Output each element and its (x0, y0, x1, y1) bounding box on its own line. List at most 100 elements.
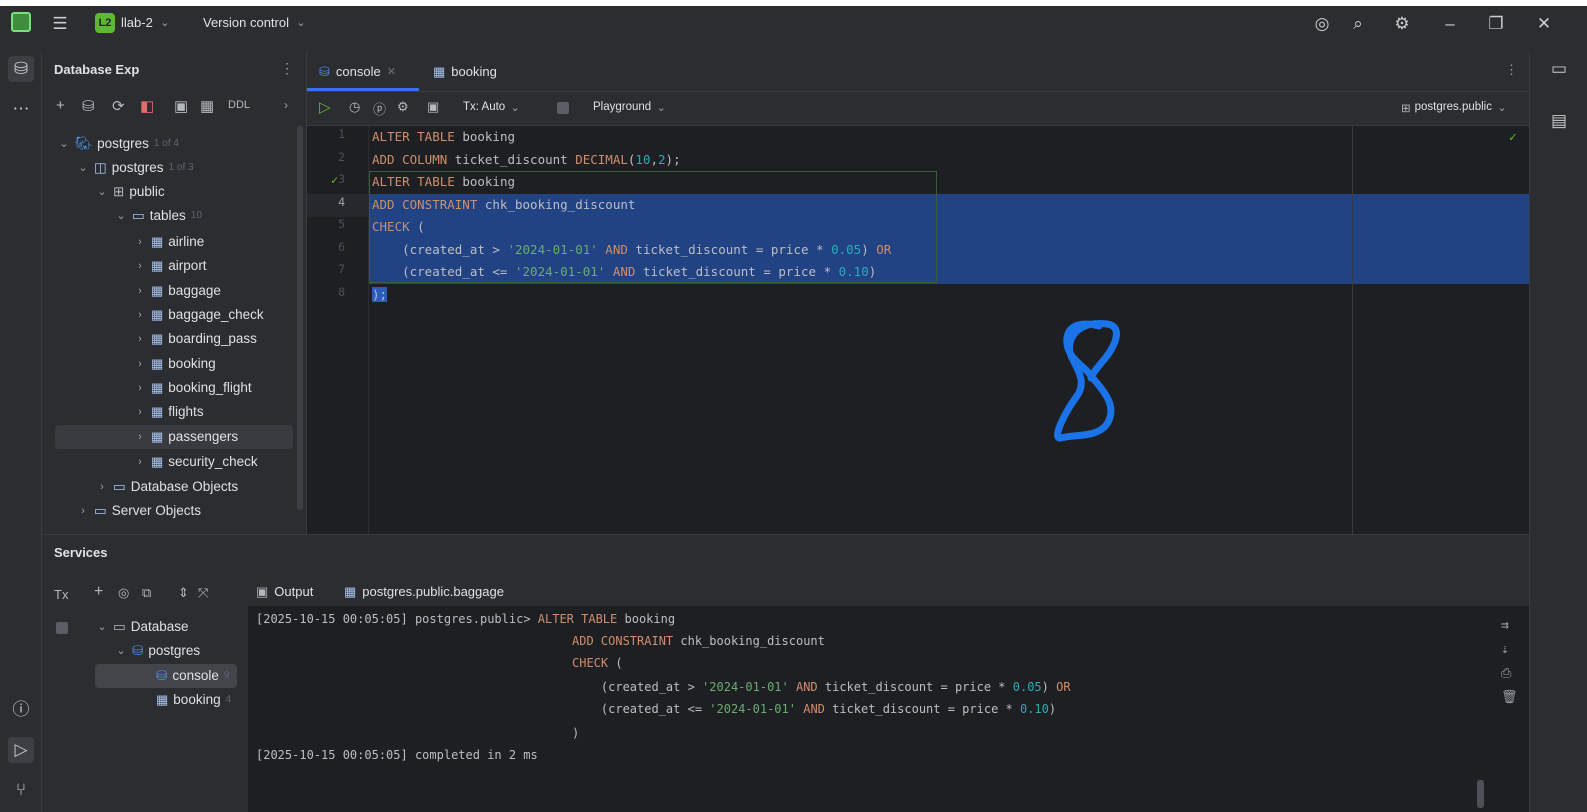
chevron-down-icon: ⌄ (97, 621, 107, 633)
project-selector[interactable]: L2 llab-2 ⌄ (95, 10, 171, 36)
ddl-button[interactable]: DDL (228, 99, 250, 111)
tree-label: security_check (168, 454, 258, 469)
code-line-6: (created_at > '2024-01-01' AND ticket_di… (372, 241, 892, 257)
expand-toolbar-icon[interactable]: › (284, 98, 288, 112)
services-node-postgres[interactable]: ⌄ ⛁ postgres (115, 640, 200, 662)
sql-editor[interactable]: ✓ 1 2 3 ✓ 4 5 6 7 8 ALTER TABLE booking … (307, 126, 1529, 534)
tab-output[interactable]: ▣ Output (256, 580, 313, 604)
services-node-database[interactable]: ⌄ ▭ Database (96, 616, 188, 638)
close-window-icon[interactable]: ✕ (1532, 12, 1556, 36)
panel-options-icon[interactable]: ⋮ (280, 60, 294, 77)
editor-toolbar: ▷ ◷ ⓟ ⚙ ▣ Tx: Auto ⌄ Playground ⌄ ⊞ post… (307, 92, 1529, 126)
output-scrollbar[interactable] (1477, 780, 1484, 808)
tree-label: boarding_pass (168, 331, 257, 346)
handwritten-annotation (1054, 320, 1120, 442)
tree-count: 1 of 3 (168, 162, 194, 173)
transaction-mode-dropdown[interactable]: Tx: Auto ⌄ (463, 101, 521, 114)
add-icon[interactable]: + (56, 97, 65, 114)
version-control-menu[interactable]: Version control ⌄ (203, 10, 307, 36)
scroll-to-end-icon[interactable]: ⇣ (1501, 642, 1509, 657)
line-number: 6 (338, 240, 345, 254)
new-tab-icon[interactable]: ⧉ (142, 585, 151, 601)
editor-options-icon[interactable]: ⋮ (1505, 62, 1518, 78)
tree-scrollbar[interactable] (297, 126, 303, 510)
add-service-icon[interactable]: + (94, 583, 103, 601)
execute-icon[interactable]: ▷ (319, 98, 331, 116)
title-bar: ☰ L2 llab-2 ⌄ Version control ⌄ ◎ ⌕ ⚙ – … (0, 0, 1587, 52)
ai-assistant-icon[interactable]: ◎ (1310, 12, 1334, 36)
services-node-booking[interactable]: ▦ booking 4 (156, 689, 231, 711)
tree-node-table-boarding-pass[interactable]: › ▦ boarding_pass (134, 328, 257, 350)
refresh-icon[interactable]: ⟳ (112, 97, 125, 115)
tree-node-root-postgres[interactable]: ⌄ 🐘︎ postgres 1 of 4 (58, 133, 179, 155)
folder-icon: ▭ (132, 208, 145, 223)
expand-all-icon[interactable]: ⇕ (178, 585, 189, 601)
problems-icon[interactable]: ⓘ (8, 697, 34, 723)
database-tool-icon[interactable]: ⛁ (8, 56, 34, 82)
tree-node-tables-folder[interactable]: ⌄ ▭ tables 10 (115, 205, 202, 227)
log-timestamp: [2025-10-15 00:05:05] (256, 612, 408, 626)
tree-node-database-objects[interactable]: › ▭ Database Objects (96, 476, 238, 498)
table-view-icon[interactable]: ▦ (200, 97, 214, 115)
history-icon[interactable]: ◷ (349, 99, 360, 115)
clear-all-icon[interactable]: 🗑︎ (1501, 690, 1518, 705)
tx-mode-label: Tx: Auto (463, 101, 506, 113)
print-icon[interactable]: ⎙ (1501, 666, 1511, 681)
stop-service-icon[interactable] (56, 622, 68, 634)
more-tools-icon[interactable]: ⋯ (8, 96, 34, 122)
tree-node-table-airline[interactable]: › ▦ airline (134, 231, 204, 253)
git-branch-icon[interactable]: ⑂ (8, 777, 34, 803)
console-output[interactable]: [2025-10-15 00:05:05] postgres.public> A… (248, 606, 1529, 812)
tree-node-table-airport[interactable]: › ▦ airport (134, 255, 206, 277)
services-tool-icon[interactable]: ▷ (8, 737, 34, 763)
tree-node-table-baggage[interactable]: › ▦ baggage (134, 280, 221, 302)
services-title: Services (54, 545, 108, 560)
chevron-right-icon: › (100, 481, 104, 493)
datasource-properties-icon[interactable]: ⛁ (82, 97, 95, 115)
disconnect-icon[interactable]: ◧ (140, 97, 154, 115)
tab-booking[interactable]: ▦ booking (433, 60, 497, 84)
schema-selector[interactable]: ⊞ postgres.public ⌄ (1401, 101, 1508, 115)
structure-icon[interactable]: ▤ (1546, 108, 1572, 134)
tree-node-db-postgres[interactable]: ⌄ ◫ postgres 1 of 3 (77, 157, 194, 179)
jump-to-console-icon[interactable]: ▣ (174, 97, 188, 115)
explain-plan-icon[interactable]: ⓟ (373, 99, 386, 118)
tree-label: baggage (168, 283, 221, 298)
services-node-console[interactable]: ⛁ console 9 (156, 665, 229, 687)
postgres-console-icon: ⛁ (319, 64, 330, 79)
view-options-icon[interactable]: ◎ (118, 585, 129, 601)
main-menu-icon[interactable]: ☰ (48, 12, 72, 36)
line-number: 5 (338, 217, 345, 231)
tree-node-server-objects[interactable]: › ▭ Server Objects (77, 500, 201, 522)
line-number: 3 (338, 172, 345, 186)
close-tab-icon[interactable]: ✕ (387, 60, 396, 84)
stop-icon[interactable] (557, 102, 569, 114)
project-folder-icon[interactable]: ▭ (1546, 56, 1572, 82)
tree-label: baggage_check (168, 307, 264, 322)
tree-node-table-security-check[interactable]: › ▦ security_check (134, 451, 258, 473)
tree-node-table-baggage-check[interactable]: › ▦ baggage_check (134, 304, 264, 326)
statement-success-check-icon: ✓ (331, 173, 339, 187)
minimize-icon[interactable]: – (1438, 12, 1462, 36)
table-icon: ▦ (151, 234, 164, 249)
soft-wrap-icon[interactable]: ⇉ (1501, 618, 1509, 633)
tree-node-table-booking[interactable]: › ▦ booking (134, 353, 215, 375)
settings-gear-icon[interactable]: ⚙ (1390, 12, 1414, 36)
log-line-4: (created_at > '2024-01-01' AND ticket_di… (572, 680, 1071, 694)
tx-label[interactable]: Tx (54, 587, 68, 602)
tab-console[interactable]: ⛁ console ✕ (319, 60, 396, 84)
settings-icon[interactable]: ⚙ (397, 99, 409, 115)
restore-window-icon[interactable]: ❐ (1484, 12, 1508, 36)
search-icon[interactable]: ⌕ (1346, 12, 1370, 36)
tree-node-table-booking-flight[interactable]: › ▦ booking_flight (134, 377, 251, 399)
code-line-4: ADD CONSTRAINT chk_booking_discount (372, 196, 636, 212)
tree-node-table-flights[interactable]: › ▦ flights (134, 401, 203, 423)
collapse-all-icon[interactable]: ⤧ (198, 585, 208, 601)
tab-baggage-results[interactable]: ▦ postgres.public.baggage (344, 580, 504, 604)
chevron-right-icon: › (138, 309, 142, 321)
tree-node-schema-public[interactable]: ⌄ ⊞ public (96, 181, 164, 203)
chevron-right-icon: › (138, 333, 142, 345)
tree-node-table-passengers[interactable]: › ▦ passengers (134, 426, 238, 448)
output-layout-icon[interactable]: ▣ (427, 99, 439, 115)
playground-dropdown[interactable]: Playground ⌄ (593, 101, 667, 114)
